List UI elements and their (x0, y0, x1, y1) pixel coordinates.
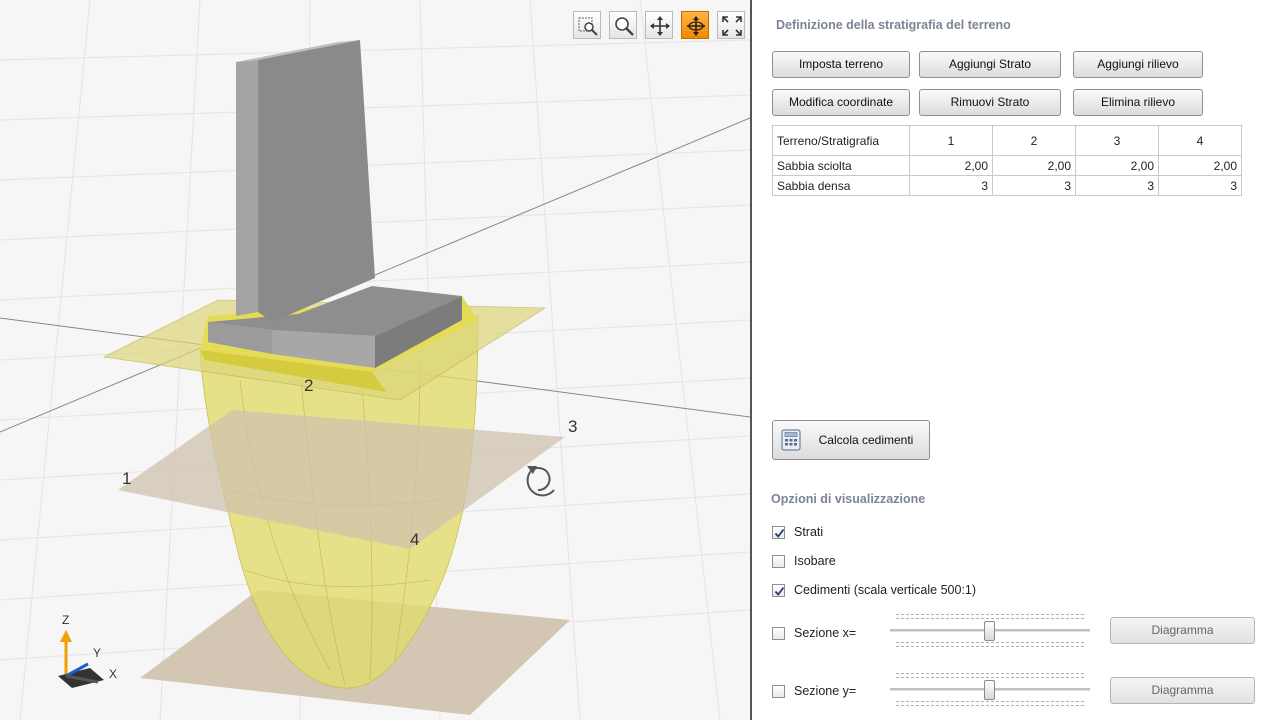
stratigraphy-table: Terreno/Stratigrafia 1 2 3 4 Sabbia scio… (772, 125, 1242, 196)
column-header: 2 (992, 125, 1076, 156)
aggiungi-rilievo-button[interactable]: Aggiungi rilievo (1073, 51, 1203, 78)
stratigraphy-title: Definizione della stratigrafia del terre… (776, 18, 1011, 32)
axis-label-z: Z (62, 613, 69, 627)
point-label-4: 4 (410, 530, 419, 549)
sezione-x-diagramma-button[interactable]: Diagramma (1110, 617, 1255, 644)
zoom-window-icon (578, 17, 598, 36)
axis-gizmo: Z Y X (58, 613, 117, 688)
table-cell[interactable]: 3 (1158, 175, 1242, 196)
imposta-terreno-button[interactable]: Imposta terreno (772, 51, 910, 78)
table-cell[interactable]: 3 (992, 175, 1076, 196)
slider-tick-row (896, 646, 1084, 647)
sezione-y-checkbox[interactable] (772, 685, 785, 698)
table-cell[interactable]: 3 (1075, 175, 1159, 196)
table-cell[interactable]: 2,00 (909, 155, 993, 176)
zoom-window-button[interactable] (573, 11, 601, 39)
table-cell[interactable]: 2,00 (1158, 155, 1242, 176)
slider-thumb[interactable] (984, 680, 995, 700)
slider-tick-row (896, 677, 1084, 678)
isobare-checkbox[interactable] (772, 555, 785, 568)
table-row[interactable]: Sabbia densa 3 3 3 3 (772, 175, 1242, 196)
retaining-wall (208, 40, 462, 368)
rotate-cursor-icon (526, 466, 555, 497)
rotate-icon (687, 16, 705, 36)
elimina-rilievo-button[interactable]: Elimina rilievo (1073, 89, 1203, 116)
slider-thumb[interactable] (984, 621, 995, 641)
row-name-cell[interactable]: Sabbia densa (772, 175, 910, 196)
column-header: Terreno/Stratigrafia (772, 125, 910, 156)
zoom-button[interactable] (609, 11, 637, 39)
sezione-x-slider[interactable] (890, 612, 1090, 648)
column-header: 3 (1075, 125, 1159, 156)
sezione-y-label: Sezione y= (794, 684, 857, 698)
axis-label-x: X (109, 667, 117, 681)
slider-tick-row (896, 701, 1084, 702)
slider-tick-row (896, 614, 1084, 615)
rimuovi-strato-button[interactable]: Rimuovi Strato (919, 89, 1061, 116)
table-header-row: Terreno/Stratigrafia 1 2 3 4 (772, 125, 1242, 156)
point-label-3: 3 (568, 417, 577, 436)
slider-tick-row (896, 618, 1084, 619)
sezione-y-diagramma-button[interactable]: Diagramma (1110, 677, 1255, 704)
slider-tick-row (896, 642, 1084, 643)
stratigraphy-panel: Definizione della stratigrafia del terre… (752, 0, 1280, 720)
axis-label-y: Y (93, 646, 101, 660)
checkmark-icon (774, 586, 785, 596)
3d-viewport[interactable]: 1 2 3 4 Z Y X (0, 0, 750, 720)
strati-label: Strati (794, 525, 824, 539)
calcola-cedimenti-button[interactable]: Calcola cedimenti (772, 420, 930, 460)
column-header: 4 (1158, 125, 1242, 156)
calculator-icon (781, 429, 801, 451)
calcola-cedimenti-label: Calcola cedimenti (818, 433, 914, 447)
cedimenti-label: Cedimenti (scala verticale 500:1) (794, 583, 977, 597)
slider-tick-row (896, 705, 1084, 706)
sezione-x-label: Sezione x= (794, 626, 857, 640)
sezione-y-slider[interactable] (890, 671, 1090, 707)
cedimenti-checkbox[interactable] (772, 584, 785, 597)
pan-button[interactable] (645, 11, 673, 39)
zoom-icon (615, 17, 634, 36)
isobare-label: Isobare (794, 554, 836, 568)
aggiungi-strato-button[interactable]: Aggiungi Strato (919, 51, 1061, 78)
rotate-button[interactable] (681, 11, 709, 39)
point-label-1: 1 (122, 469, 131, 488)
pan-icon (650, 16, 670, 36)
table-cell[interactable]: 2,00 (1075, 155, 1159, 176)
slider-tick-row (896, 673, 1084, 674)
sezione-x-checkbox[interactable] (772, 627, 785, 640)
row-name-cell[interactable]: Sabbia sciolta (772, 155, 910, 176)
table-cell[interactable]: 2,00 (992, 155, 1076, 176)
checkmark-icon (774, 528, 785, 538)
column-header: 1 (909, 125, 993, 156)
fit-view-icon (722, 16, 742, 36)
strati-checkbox[interactable] (772, 526, 785, 539)
point-label-2: 2 (304, 376, 313, 395)
table-cell[interactable]: 3 (909, 175, 993, 196)
modifica-coordinate-button[interactable]: Modifica coordinate (772, 89, 910, 116)
display-options-title: Opzioni di visualizzazione (771, 492, 926, 506)
3d-scene[interactable]: 1 2 3 4 Z Y X (0, 0, 750, 720)
fit-view-button[interactable] (717, 11, 745, 39)
table-row[interactable]: Sabbia sciolta 2,00 2,00 2,00 2,00 (772, 155, 1242, 176)
